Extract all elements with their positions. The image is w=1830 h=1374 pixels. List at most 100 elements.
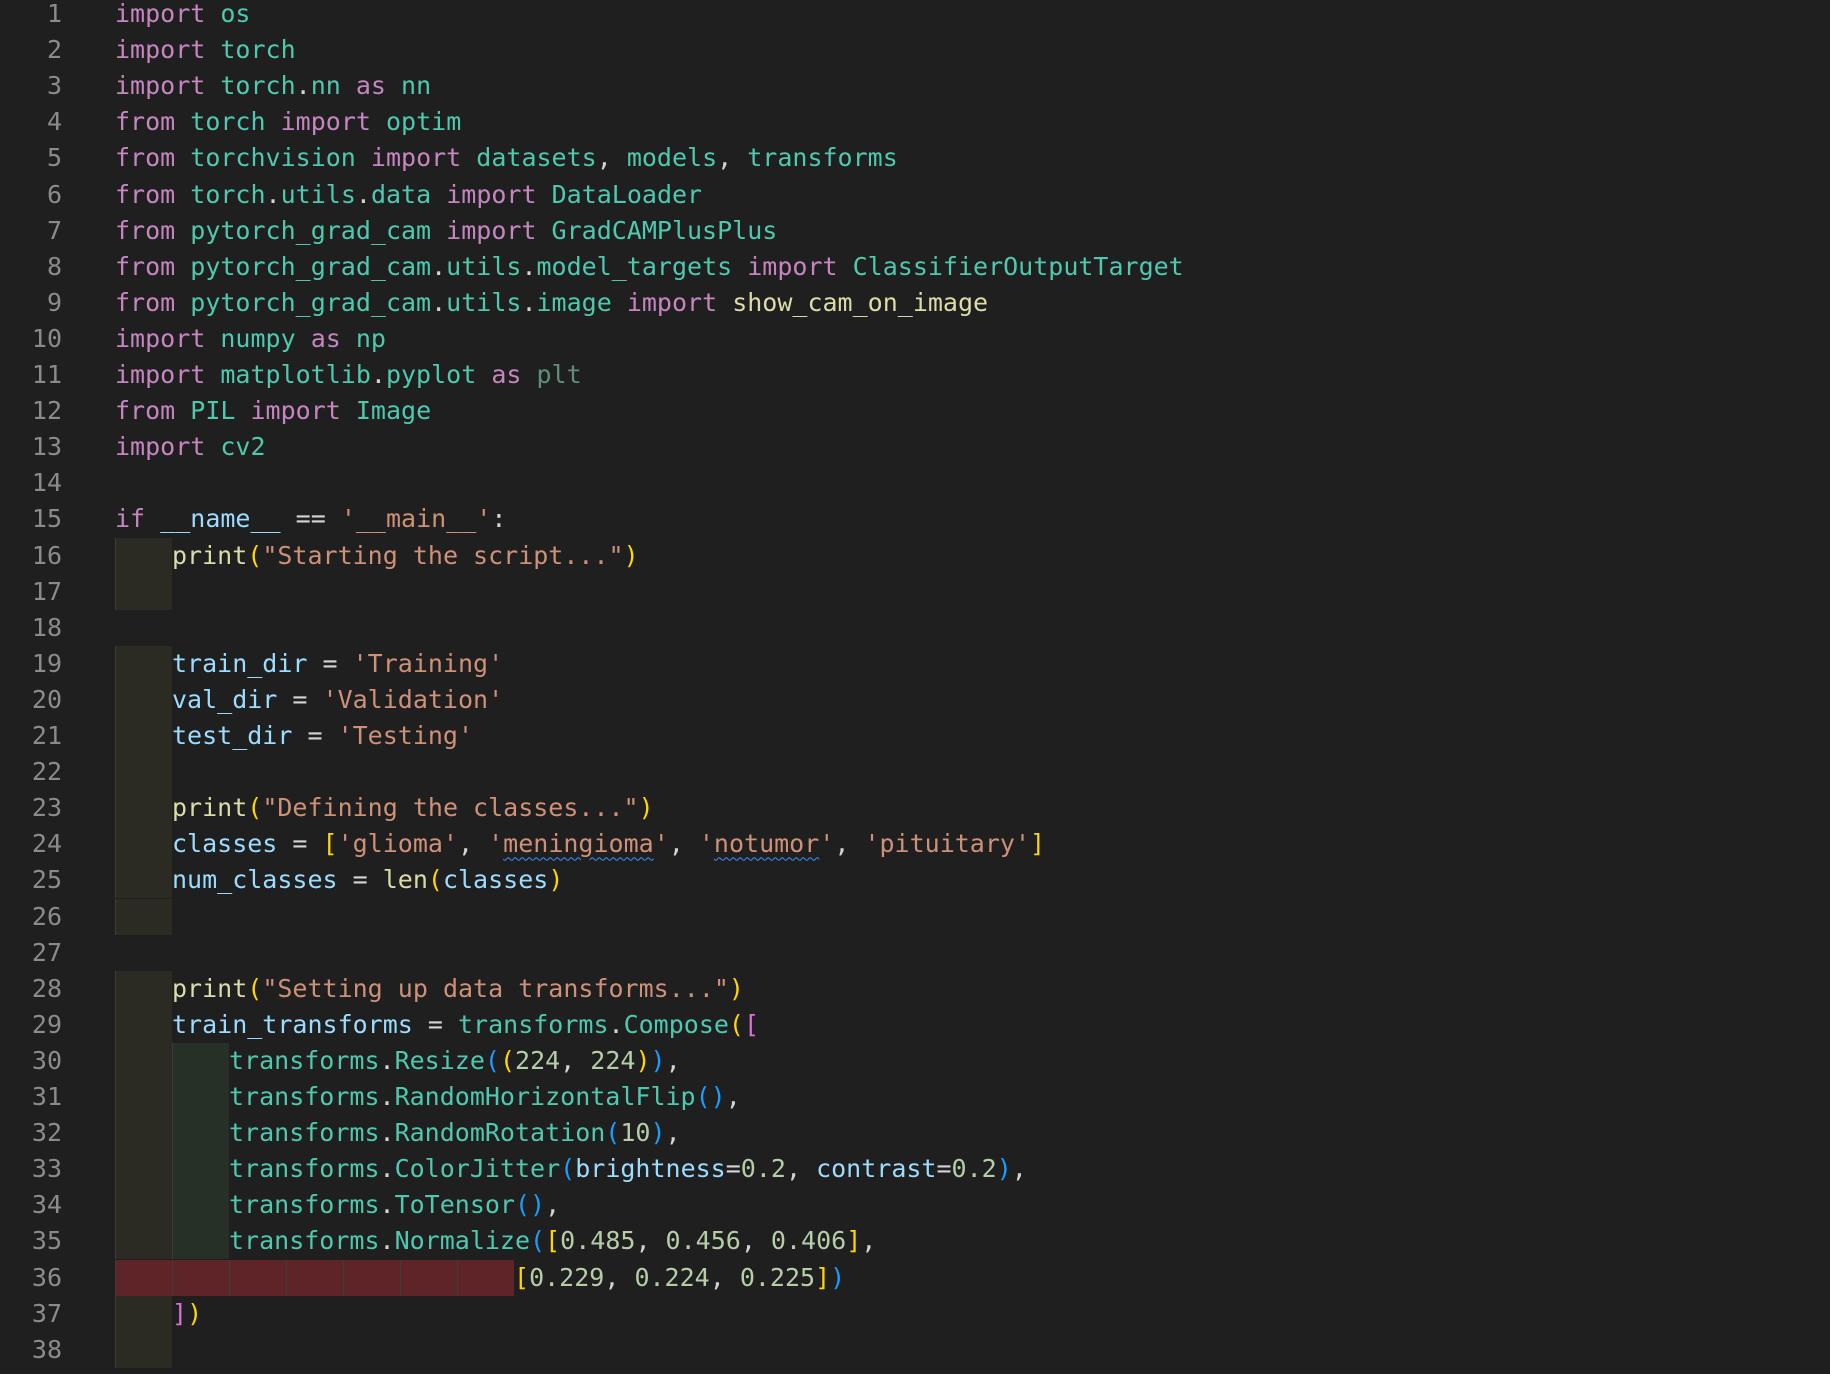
line-number: 18 xyxy=(31,612,62,642)
code-token: RandomRotation xyxy=(394,1118,606,1148)
code-line[interactable]: 6 from torch.utils.data import DataLoader xyxy=(0,177,1830,213)
code-line[interactable]: 12 from PIL import Image xyxy=(0,393,1830,429)
line-number: 14 xyxy=(31,468,62,498)
indent-guide xyxy=(172,1115,229,1152)
code-line[interactable]: 10 import numpy as np xyxy=(0,321,1830,357)
code-line[interactable]: 8 from pytorch_grad_cam.utils.model_targe… xyxy=(0,249,1830,285)
indent-guide xyxy=(172,1042,229,1079)
code-line[interactable]: 7 from pytorch_grad_cam import GradCAMPlu… xyxy=(0,213,1830,249)
code-text: if __name__ == '__main__': xyxy=(115,501,506,537)
code-line[interactable]: 25 num_classes = len(classes) xyxy=(0,862,1830,899)
code-line[interactable]: 26 xyxy=(0,898,1830,935)
code-token: . xyxy=(521,251,537,281)
line-number: 22 xyxy=(31,757,62,787)
code-token: import xyxy=(115,71,206,101)
code-line[interactable]: 29 train_transforms = transforms.Compose(… xyxy=(0,1006,1830,1043)
code-token: 0.2 xyxy=(951,1154,997,1184)
code-line[interactable]: 28 print("Setting up data transforms...") xyxy=(0,970,1830,1007)
code-line[interactable]: 30 transforms.Resize((224, 224)), xyxy=(0,1042,1830,1079)
code-token: transforms xyxy=(229,1118,380,1148)
code-line[interactable]: 34 transforms.ToTensor(), xyxy=(0,1187,1830,1224)
code-text: from pytorch_grad_cam.utils.image import… xyxy=(115,285,988,321)
code-line[interactable]: 23 print("Defining the classes...") xyxy=(0,790,1830,827)
code-line[interactable]: 20 val_dir = 'Validation' xyxy=(0,681,1830,718)
code-line[interactable]: 9 from pytorch_grad_cam.utils.image impor… xyxy=(0,285,1830,321)
code-text: from torchvision import datasets, models… xyxy=(115,140,898,176)
code-line[interactable]: 32 transforms.RandomRotation(10), xyxy=(0,1115,1830,1152)
code-token: import xyxy=(446,215,537,245)
line-number: 25 xyxy=(31,865,62,895)
code-text: transforms.RandomRotation(10), xyxy=(229,1115,681,1151)
code-line[interactable]: 24 classes = ['glioma', 'meningioma', 'no… xyxy=(0,826,1830,863)
code-token: , xyxy=(596,143,627,173)
indent-guide xyxy=(115,645,172,682)
code-line[interactable]: 36 [0.229, 0.224, 0.225]) xyxy=(0,1259,1830,1296)
code-line[interactable]: 3 import torch.nn as nn xyxy=(0,68,1830,104)
code-line[interactable]: 33 transforms.ColorJitter(brightness=0.2,… xyxy=(0,1151,1830,1188)
line-number: 34 xyxy=(31,1190,62,1220)
code-token: len xyxy=(382,865,428,895)
code-token: , xyxy=(604,1262,635,1292)
indent-error-highlight xyxy=(286,1259,343,1296)
code-text: print("Defining the classes...") xyxy=(172,790,654,826)
code-token: import xyxy=(280,107,371,137)
line-number: 6 xyxy=(46,179,62,209)
indent-guide xyxy=(115,718,172,754)
code-line[interactable]: 17 xyxy=(0,573,1830,610)
code-text: train_dir = 'Training' xyxy=(172,646,503,682)
code-token: , xyxy=(709,1262,740,1292)
code-token: ) xyxy=(996,1154,1012,1184)
code-token: transforms xyxy=(229,1226,380,1256)
code-line[interactable]: 21 test_dir = 'Testing' xyxy=(0,718,1830,754)
code-line[interactable]: 22 xyxy=(0,754,1830,791)
code-token: = xyxy=(725,1154,741,1184)
indent-guide xyxy=(115,1042,172,1079)
code-token: 'Validation' xyxy=(322,684,504,714)
code-token: torch xyxy=(190,107,266,137)
code-token: ( xyxy=(499,1045,516,1075)
code-token: ( xyxy=(247,793,263,823)
code-token: import xyxy=(250,396,341,426)
code-line[interactable]: 4 from torch import optim xyxy=(0,104,1830,140)
code-line[interactable]: 13 import cv2 xyxy=(0,429,1830,465)
line-number: 3 xyxy=(46,71,62,101)
line-number: 36 xyxy=(31,1262,62,1292)
line-number: 5 xyxy=(46,143,62,173)
code-token: plt xyxy=(536,360,582,389)
code-token: . xyxy=(265,179,281,209)
code-line[interactable]: 15 if __name__ == '__main__': xyxy=(0,501,1830,537)
code-line[interactable]: 19 train_dir = 'Training' xyxy=(0,645,1830,682)
code-line[interactable]: 11 import matplotlib.pyplot as plt xyxy=(0,357,1830,393)
code-token: , xyxy=(665,1118,681,1148)
code-editor[interactable]: 1 import os 2 import torch 3 import torch.nn … xyxy=(0,0,1830,1374)
code-token: PIL xyxy=(190,396,236,426)
code-line[interactable]: 37]) xyxy=(0,1295,1830,1332)
code-line[interactable]: 16 print("Starting the script...") xyxy=(0,537,1830,574)
code-line[interactable]: 35 transforms.Normalize([0.485, 0.456, 0.… xyxy=(0,1223,1830,1260)
code-token: torchvision xyxy=(190,143,356,173)
code-text: from PIL import Image xyxy=(115,393,431,429)
code-line[interactable]: 1 import os xyxy=(0,0,1830,32)
code-token: Resize xyxy=(394,1045,485,1075)
code-line[interactable]: 38 xyxy=(0,1331,1830,1368)
code-token: np xyxy=(355,323,386,353)
code-line[interactable]: 18 xyxy=(0,610,1830,646)
code-token: ( xyxy=(605,1118,621,1148)
code-line[interactable]: 2 import torch xyxy=(0,32,1830,68)
code-line[interactable]: 5 from torchvision import datasets, model… xyxy=(0,140,1830,176)
code-line[interactable]: 31 transforms.RandomHorizontalFlip(), xyxy=(0,1079,1830,1115)
line-number: 10 xyxy=(31,323,62,353)
code-line[interactable]: 27 xyxy=(0,935,1830,971)
code-token: optim xyxy=(385,107,462,137)
code-line[interactable]: 14 xyxy=(0,465,1830,501)
code-text: num_classes = len(classes) xyxy=(172,862,563,898)
line-number: 15 xyxy=(31,504,62,534)
